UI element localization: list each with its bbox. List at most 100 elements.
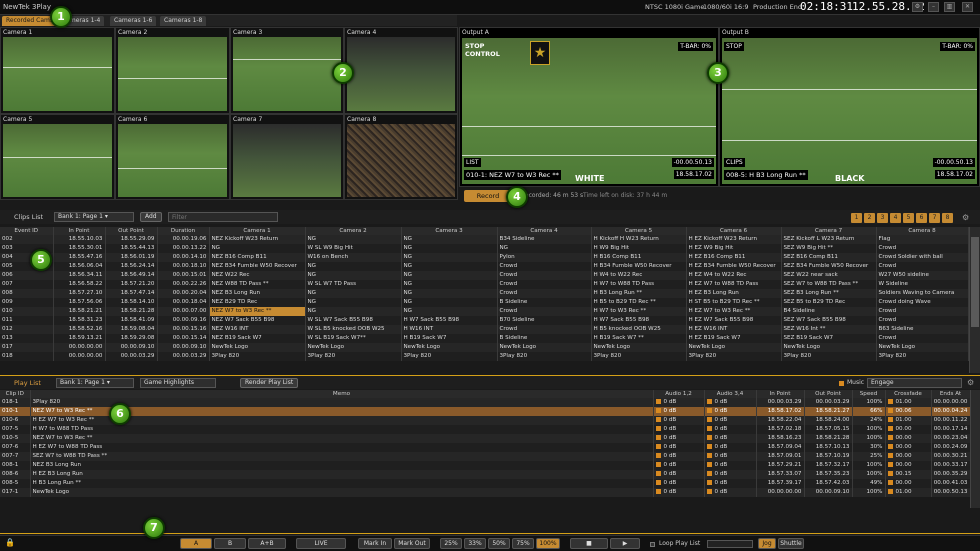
shuttle-button[interactable]: Shuttle: [778, 538, 804, 549]
playlist-table-cell[interactable]: 0 dB: [653, 416, 705, 425]
playlist-table-cell[interactable]: 18.57.09.04: [756, 443, 805, 452]
clips-table-cell[interactable]: NewTek Logo: [876, 343, 969, 352]
playlist-table-cell[interactable]: 0 dB: [653, 443, 705, 452]
camera-2-viewer[interactable]: Camera 2: [115, 27, 230, 114]
playlist-table-cell[interactable]: 00.00: [885, 479, 932, 488]
clips-table-row[interactable]: 009 18.57.56.06 18.58.14.10 00.00.18.04 NEZ …: [0, 298, 969, 307]
clips-table-cell[interactable]: 18.55.44.13: [105, 244, 158, 253]
playlist-table-cell[interactable]: 0 dB: [653, 488, 705, 497]
clips-table-cell[interactable]: H B34 Fumble W50 Recover: [591, 262, 687, 271]
clips-table-cell[interactable]: 18.56.06.04: [53, 262, 106, 271]
clips-table-cell[interactable]: Crowd: [876, 244, 969, 253]
clips-table-cell[interactable]: W SL W7 TD Pass: [305, 280, 402, 289]
camera-3-viewer[interactable]: Camera 3: [230, 27, 344, 114]
playlist-table-cell[interactable]: 30%: [852, 443, 886, 452]
clips-table-cell[interactable]: 18.59.13.21: [53, 334, 106, 343]
enable-checkbox[interactable]: [887, 435, 893, 440]
playlist-table-row[interactable]: 018-1 3Play 820 0 dB 0 dB 00.00.03.29 00.00.0…: [0, 398, 971, 407]
clips-table-cell[interactable]: 18.56.24.14: [105, 262, 158, 271]
clips-table-cell[interactable]: NewTek Logo: [686, 343, 782, 352]
clips-table-cell[interactable]: NEZ B19 Sack W7: [209, 334, 306, 343]
clips-table-cell[interactable]: NG: [401, 244, 498, 253]
clips-table-cell[interactable]: B63 Sideline: [876, 325, 969, 334]
playlist-column-header[interactable]: Speed: [852, 390, 886, 398]
clips-column-header[interactable]: In Point: [53, 227, 106, 235]
clips-table-cell[interactable]: Crowd: [497, 289, 592, 298]
playlist-table-cell[interactable]: 100%: [852, 470, 886, 479]
playlist-table-cell[interactable]: 010-6: [0, 416, 31, 425]
playlist-table-cell[interactable]: 010-1: [0, 407, 31, 416]
clips-filter-input[interactable]: [168, 212, 278, 222]
clips-table-cell[interactable]: 012: [0, 325, 54, 334]
enable-checkbox[interactable]: [706, 426, 712, 431]
clips-table-cell[interactable]: Crowd: [497, 280, 592, 289]
playlist-table-cell[interactable]: 00.15: [885, 470, 932, 479]
clips-table-cell[interactable]: 18.58.14.10: [105, 298, 158, 307]
clips-table-row[interactable]: 006 18.56.34.11 18.56.49.14 00.00.15.01 NEZ …: [0, 271, 969, 280]
playlist-table-cell[interactable]: 18.58.16.23: [756, 434, 805, 443]
page-button-3[interactable]: 3: [877, 213, 888, 223]
playlist-table-cell[interactable]: 00.06: [885, 407, 932, 416]
page-button-8[interactable]: 8: [942, 213, 953, 223]
output-b-viewer[interactable]: Output B STOP T-BAR: 0% CLIPS 008-5: H B…: [719, 27, 980, 187]
playlist-table-cell[interactable]: 18.58.21.28: [804, 434, 853, 443]
close-icon[interactable]: ✕: [962, 2, 973, 12]
playlist-table-cell[interactable]: 00.00: [885, 425, 932, 434]
playlist-table-cell[interactable]: 18.57.35.23: [804, 470, 853, 479]
clips-table-cell[interactable]: 18.55.47.16: [53, 253, 106, 262]
playlist-table-cell[interactable]: 18.57.10.19: [804, 452, 853, 461]
clips-table-cell[interactable]: Pylon: [497, 253, 592, 262]
enable-checkbox[interactable]: [655, 453, 661, 458]
enable-checkbox[interactable]: [706, 462, 712, 467]
clips-table-cell[interactable]: H B19 Sack W7 **: [591, 334, 687, 343]
clips-table-cell[interactable]: 007: [0, 280, 54, 289]
playlist-table-cell[interactable]: NEZ W7 to W3 Rec **: [30, 434, 654, 443]
enable-checkbox[interactable]: [887, 399, 893, 404]
clips-table-cell[interactable]: W SL W7 Sack B55 B98: [305, 316, 402, 325]
clips-table-cell[interactable]: 00.00.18.04: [157, 298, 210, 307]
playlist-scrollbar[interactable]: [970, 390, 980, 508]
clips-table-cell[interactable]: SEZ W7 Sack B55 B98: [781, 316, 877, 325]
clips-table-cell[interactable]: H W7 to W88 TD Pass: [591, 280, 687, 289]
playlist-table-cell[interactable]: 18.58.17.02: [756, 407, 805, 416]
playlist-table-cell[interactable]: 00.00: [885, 452, 932, 461]
playlist-table-cell[interactable]: 007-7: [0, 452, 31, 461]
clips-column-header[interactable]: Camera 6: [686, 227, 782, 235]
page-button-6[interactable]: 6: [916, 213, 927, 223]
clips-table-cell[interactable]: 006: [0, 271, 54, 280]
camera-6-viewer[interactable]: Camera 6: [115, 114, 230, 200]
clips-table-cell[interactable]: NEZ W7 to W3 Rec **: [209, 307, 306, 316]
playlist-table-cell[interactable]: H W7 to W88 TD Pass: [30, 425, 654, 434]
clips-table-cell[interactable]: W SL B5 knocked OOB W25: [305, 325, 402, 334]
playlist-table-cell[interactable]: 100%: [852, 488, 886, 497]
clips-table-cell[interactable]: H B19 Sack W7: [401, 334, 498, 343]
playlist-table-cell[interactable]: 18.57.10.13: [804, 443, 853, 452]
playlist-table-cell[interactable]: 0 dB: [704, 479, 757, 488]
clips-table-cell[interactable]: NEZ W7 Sack B55 B98: [209, 316, 306, 325]
enable-checkbox[interactable]: [706, 444, 712, 449]
playlist-table-cell[interactable]: 008-1: [0, 461, 31, 470]
speed-100-button[interactable]: 100%: [536, 538, 560, 549]
clips-table-cell[interactable]: NEZ B34 Fumble W50 Recover: [209, 262, 306, 271]
clips-table-cell[interactable]: 18.55.10.03: [53, 235, 106, 244]
clips-table-cell[interactable]: 18.56.34.11: [53, 271, 106, 280]
clips-table-cell[interactable]: NG: [497, 244, 592, 253]
clips-table-cell[interactable]: Crowd: [497, 325, 592, 334]
clips-table-cell[interactable]: 18.55.30.01: [53, 244, 106, 253]
playlist-table-cell[interactable]: 100%: [852, 398, 886, 407]
clips-table-cell[interactable]: H EZ W16 INT: [686, 325, 782, 334]
enable-checkbox[interactable]: [887, 471, 893, 476]
enable-checkbox[interactable]: [706, 480, 712, 485]
clips-table-row[interactable]: 005 18.56.06.04 18.56.24.14 00.00.18.10 NEZ …: [0, 262, 969, 271]
enable-checkbox[interactable]: [655, 426, 661, 431]
clips-table-cell[interactable]: Crowd doing Wave: [876, 298, 969, 307]
clips-table-cell[interactable]: Crowd: [876, 262, 969, 271]
playlist-table-cell[interactable]: 0 dB: [704, 461, 757, 470]
clips-column-header[interactable]: Camera 4: [497, 227, 592, 235]
playlist-table-cell[interactable]: 00.00.00.00: [756, 488, 805, 497]
playlist-table-row[interactable]: 008-1 NEZ B3 Long Run 0 dB 0 dB 18.57.29.21 1…: [0, 461, 971, 470]
clips-table-cell[interactable]: H Kickoff H W23 Return: [591, 235, 687, 244]
clips-table-cell[interactable]: NG: [305, 289, 402, 298]
clips-table-cell[interactable]: NG: [209, 244, 306, 253]
playlist-table-cell[interactable]: 24%: [852, 416, 886, 425]
